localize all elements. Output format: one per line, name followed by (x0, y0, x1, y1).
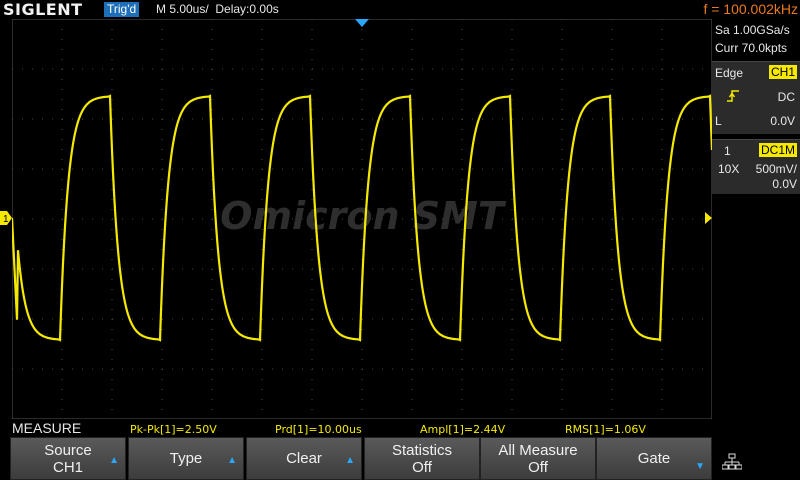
trigger-coupling: DC (777, 90, 795, 104)
softkey-label: Clear (286, 450, 322, 467)
up-arrow-icon: ▲ (109, 455, 119, 466)
channel1-marker-label: 1 (3, 214, 9, 225)
statistics-softkey[interactable]: Statistics Off (364, 437, 480, 480)
source-softkey[interactable]: Source CH1 ▲ (10, 437, 126, 480)
measure-amplitude: Ampl[1]=2.44V (420, 423, 506, 436)
softkey-label: All Measure (498, 441, 578, 459)
softkey-menu: Source CH1 ▲ Type ▲ Clear ▲ Statistics O… (0, 437, 800, 480)
measure-bar: MEASURE Pk-Pk[1]=2.50V Prd[1]=10.00us Am… (0, 420, 712, 437)
clear-softkey[interactable]: Clear ▲ (246, 437, 362, 480)
softkey-value: Off (528, 458, 548, 476)
up-arrow-icon: ▲ (345, 455, 355, 466)
channel1-offset: 0.0V (772, 177, 797, 191)
down-arrow-icon: ▼ (695, 461, 705, 472)
trigger-info-box[interactable]: Edge CH1 DC L 0.0V (712, 61, 800, 134)
softkey-label: Type (169, 450, 203, 467)
type-softkey[interactable]: Type ▲ (128, 437, 244, 480)
measure-rms: RMS[1]=1.06V (565, 423, 646, 436)
softkey-label: Gate (637, 450, 671, 467)
waveform-display[interactable]: Omicron SMT (12, 19, 712, 419)
channel1-scale: 500mV/ (755, 162, 797, 176)
up-arrow-icon: ▲ (227, 455, 237, 466)
all-measure-softkey[interactable]: All Measure Off (480, 437, 596, 480)
trigger-level-label: L (715, 114, 722, 128)
channel1-offset-marker[interactable]: 1 (0, 211, 12, 225)
timebase-value: M 5.00us/ (156, 2, 209, 16)
measure-pkpk: Pk-Pk[1]=2.50V (130, 423, 217, 436)
frequency-counter: f = 100.002kHz (703, 1, 798, 17)
softkey-label: Statistics (391, 441, 452, 459)
softkey-value: CH1 (52, 458, 83, 476)
gate-softkey[interactable]: Gate ▼ (596, 437, 712, 480)
measure-title: MEASURE (12, 420, 82, 436)
memory-depth: Curr 70.0kpts (715, 41, 788, 55)
channel1-coupling-badge: DC1M (758, 143, 797, 157)
sample-rate: Sa 1.00GSa/s (715, 23, 790, 37)
channel1-number: 1 (724, 144, 731, 158)
top-status-bar: SIGLENT Trig'd M 5.00us/ Delay:0.00s f =… (0, 0, 800, 19)
trigger-status-badge: Trig'd (104, 2, 140, 17)
timebase-readout[interactable]: M 5.00us/ Delay:0.00s (156, 2, 279, 16)
info-panel: Sa 1.00GSa/s Curr 70.0kpts Edge CH1 DC L… (712, 19, 800, 419)
trigger-level-value: 0.0V (770, 114, 795, 128)
softkey-value: Off (412, 458, 432, 476)
channel1-probe: 10X (718, 162, 740, 176)
network-icon[interactable] (722, 453, 742, 471)
trigger-mode: Edge (715, 66, 744, 80)
trigger-source-badge: CH1 (768, 65, 797, 79)
brand-logo: SIGLENT (3, 0, 83, 19)
channel1-info-box[interactable]: 1 DC1M 10X 500mV/ 0.0V (712, 139, 800, 194)
rising-edge-icon (727, 90, 739, 102)
measure-period: Prd[1]=10.00us (275, 423, 362, 436)
delay-value: Delay:0.00s (215, 2, 279, 16)
softkey-label: Source (44, 441, 92, 459)
